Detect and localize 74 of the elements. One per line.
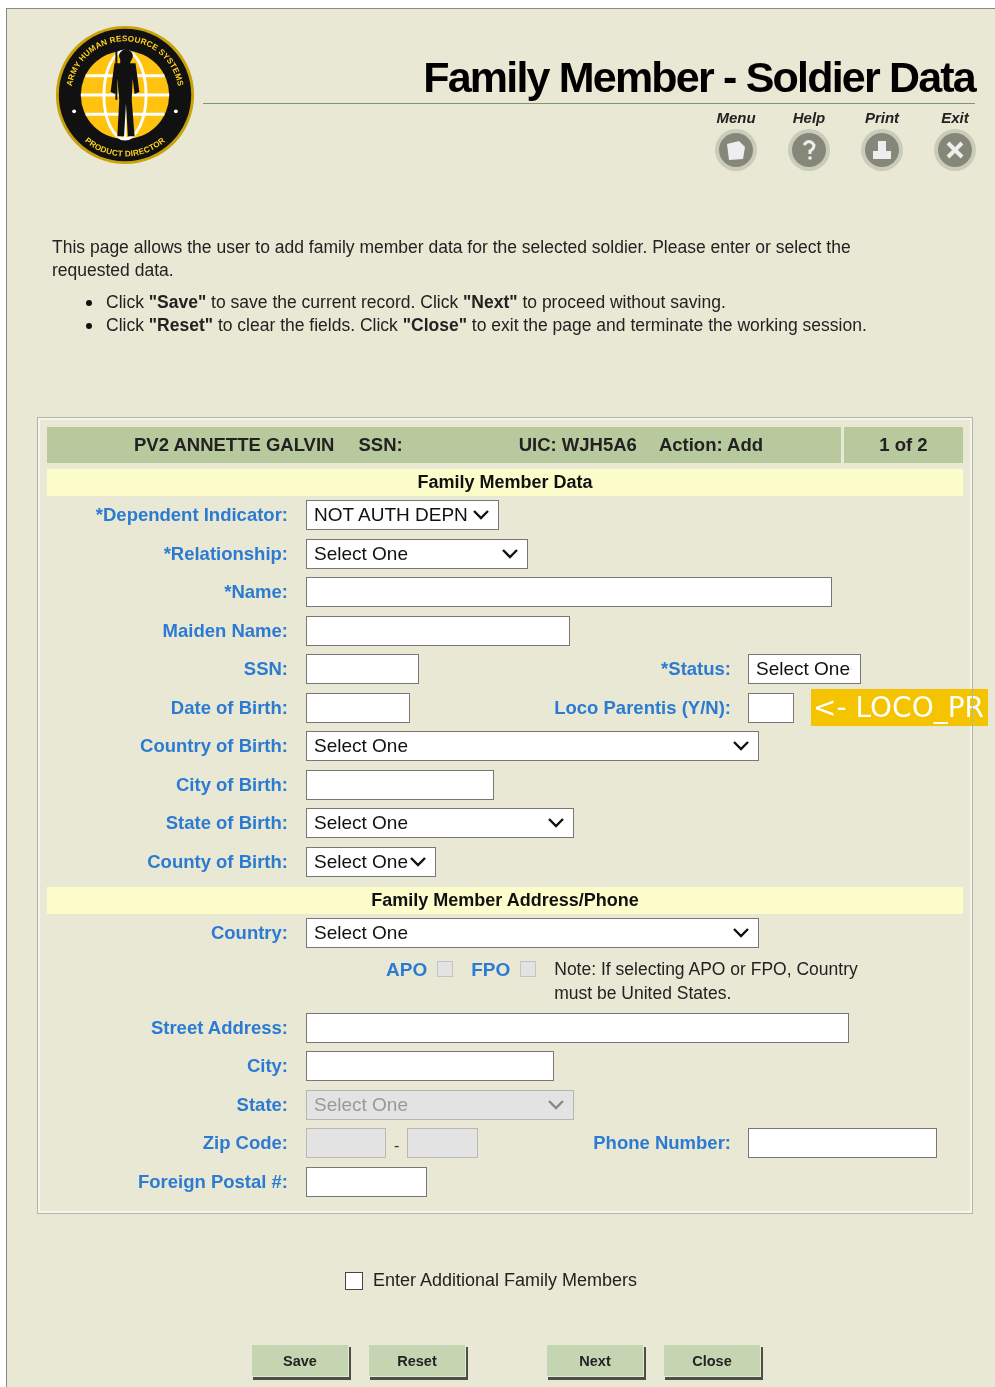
toolbar-button[interactable]: Help	[787, 110, 831, 172]
field-label: Zip Code:	[201, 1132, 288, 1155]
chevron-icon	[501, 547, 519, 560]
field-label: Loco Parentis (Y/N):	[553, 696, 731, 719]
toolbar-button[interactable]: Exit	[933, 110, 977, 172]
input-field[interactable]	[306, 1166, 427, 1197]
input-field[interactable]	[306, 615, 570, 646]
field-label: Street Address:	[149, 1016, 288, 1039]
input-field[interactable]	[748, 1128, 937, 1159]
field-label: *Name:	[223, 581, 288, 604]
dropdown[interactable]: NOT AUTH DEPN	[306, 500, 499, 531]
input-field[interactable]	[306, 577, 832, 608]
action-button[interactable]: Next	[546, 1344, 644, 1377]
instruction-text: Click "Save" to save the current record. Click "Next" to proceed without saving.	[106, 291, 726, 314]
note-text: Note: If selecting APO or FPO, Country must be United States.	[554, 957, 859, 1005]
dropdown[interactable]: Select One	[306, 918, 759, 949]
checkbox-label: FPO	[471, 958, 511, 981]
field-label: City:	[245, 1055, 288, 1078]
bullet-icon	[86, 322, 92, 329]
toolbar-button[interactable]: Print	[860, 110, 904, 172]
help-icon	[787, 128, 831, 172]
chevron-icon	[409, 855, 427, 868]
chevron-icon	[732, 927, 750, 940]
field-label: *Relationship:	[162, 542, 288, 565]
soldier-name: PV2 ANNETTE GALVIN	[134, 434, 335, 456]
field-label: SSN:	[242, 658, 288, 681]
bullet-icon	[86, 299, 92, 306]
folder-icon	[714, 128, 758, 172]
input-field[interactable]	[748, 692, 794, 723]
dropdown[interactable]: Select One	[306, 538, 528, 569]
field-label: State of Birth:	[164, 812, 288, 835]
field-label: Phone Number:	[592, 1132, 731, 1155]
checkbox[interactable]	[344, 1271, 363, 1290]
field-label: Country:	[209, 922, 288, 945]
chevron-icon	[547, 1098, 565, 1111]
ssn-label: SSN:	[358, 434, 403, 456]
checkbox-label: APO	[386, 958, 428, 981]
action-button[interactable]: Close	[663, 1344, 761, 1377]
chevron-icon	[732, 740, 750, 753]
intro-text: This page allows the user to add family member data for the selected soldier. Please enter or select the requested data.	[52, 236, 852, 282]
field-label: State:	[235, 1093, 288, 1116]
input-field[interactable]	[306, 654, 419, 685]
section-header: Family Member Address/Phone	[47, 887, 963, 914]
input-field[interactable]	[306, 1012, 849, 1043]
field-label: *Dependent Indicator:	[94, 504, 288, 527]
close-icon	[933, 128, 977, 172]
input-field[interactable]	[306, 1051, 554, 1082]
dropdown[interactable]: Select One	[306, 731, 759, 762]
record-count: 1 of 2	[844, 427, 963, 463]
input-field[interactable]	[306, 769, 494, 800]
page-title: Family Member - Soldier Data	[203, 53, 975, 104]
action-button[interactable]: Save	[251, 1344, 349, 1377]
checkbox-label: Enter Additional Family Members	[372, 1270, 638, 1291]
field-label: City of Birth:	[175, 773, 288, 796]
field-label: Foreign Postal #:	[136, 1170, 288, 1193]
instruction-text: Click "Reset" to clear the fields. Click "Close" to exit the page and terminate the working session.	[106, 314, 867, 337]
field-label: Country of Birth:	[139, 735, 288, 758]
dropdown[interactable]: Select One	[306, 808, 574, 839]
field-label: Maiden Name:	[161, 619, 288, 642]
uic-text: UIC: WJH5A6	[518, 434, 637, 456]
action-text: Action: Add	[658, 434, 763, 456]
printer-icon	[860, 128, 904, 172]
field-label: Date of Birth:	[169, 696, 288, 719]
chevron-icon	[472, 509, 490, 522]
dropdown[interactable]: Select One	[748, 654, 861, 685]
toolbar-button[interactable]: Menu	[714, 110, 758, 172]
chevron-icon	[547, 817, 565, 830]
dropdown[interactable]: Select One	[306, 846, 436, 877]
input-field[interactable]	[306, 692, 410, 723]
separator-text: -	[394, 1137, 400, 1156]
action-button[interactable]: Reset	[368, 1344, 466, 1377]
field-label: *Status:	[660, 658, 731, 681]
section-header: Family Member Data	[47, 469, 963, 496]
field-label: County of Birth:	[146, 850, 288, 873]
